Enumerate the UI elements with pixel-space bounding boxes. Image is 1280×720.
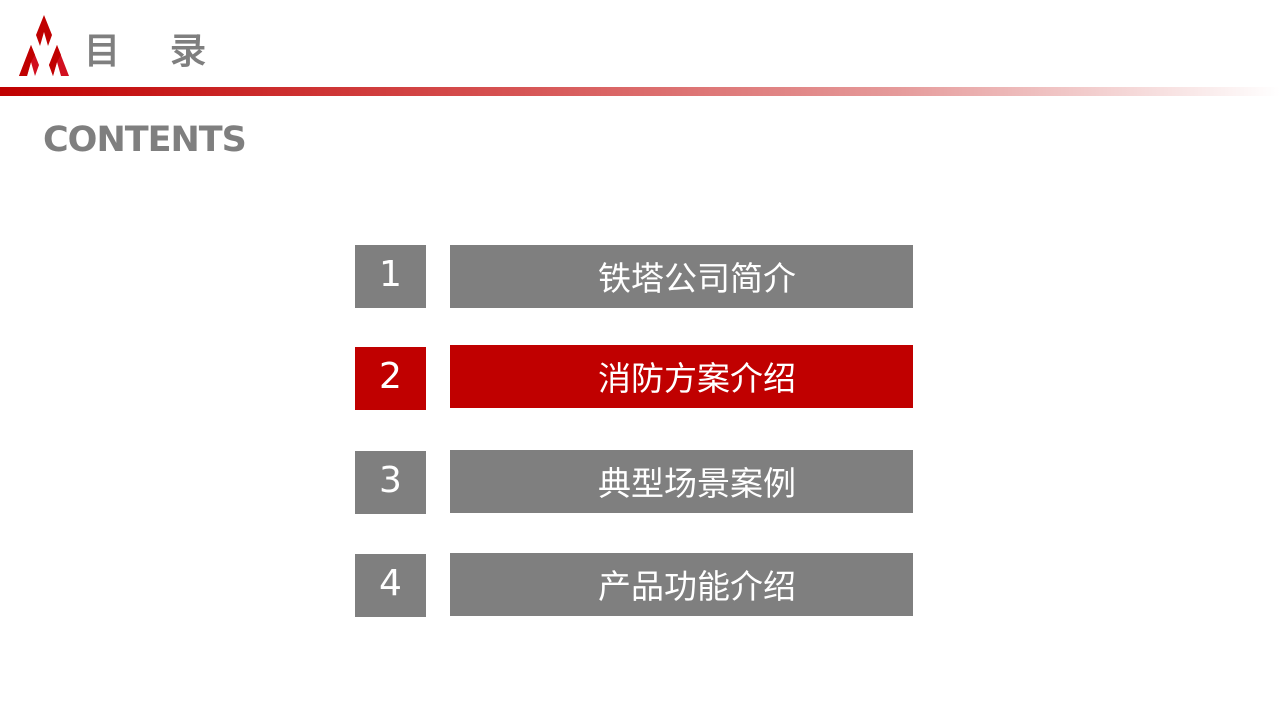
title-char-2: 录	[170, 31, 207, 72]
toc-item-number: 2	[355, 347, 426, 410]
toc-item-1[interactable]: 1 铁塔公司简介	[355, 245, 913, 311]
header-gradient-divider	[0, 87, 1280, 96]
toc-item-4[interactable]: 4 产品功能介绍	[355, 553, 913, 619]
company-logo-icon	[19, 15, 69, 76]
toc-item-2[interactable]: 2 消防方案介绍	[355, 345, 913, 411]
toc-item-number: 4	[355, 554, 426, 617]
toc-item-3[interactable]: 3 典型场景案例	[355, 450, 913, 516]
slide: 目 录 CONTENTS 1 铁塔公司简介 2 消防方案介绍 3 典型场景案例 …	[0, 0, 1280, 720]
contents-subtitle: CONTENTS	[43, 120, 247, 160]
toc-item-label: 产品功能介绍	[450, 553, 913, 616]
toc-item-label: 消防方案介绍	[450, 345, 913, 408]
logo-top-chevron	[36, 15, 52, 46]
toc-item-label: 铁塔公司简介	[450, 245, 913, 308]
toc-item-number: 3	[355, 451, 426, 514]
toc-item-label: 典型场景案例	[450, 450, 913, 513]
toc-item-number: 1	[355, 245, 426, 308]
title-char-1: 目	[84, 31, 121, 72]
